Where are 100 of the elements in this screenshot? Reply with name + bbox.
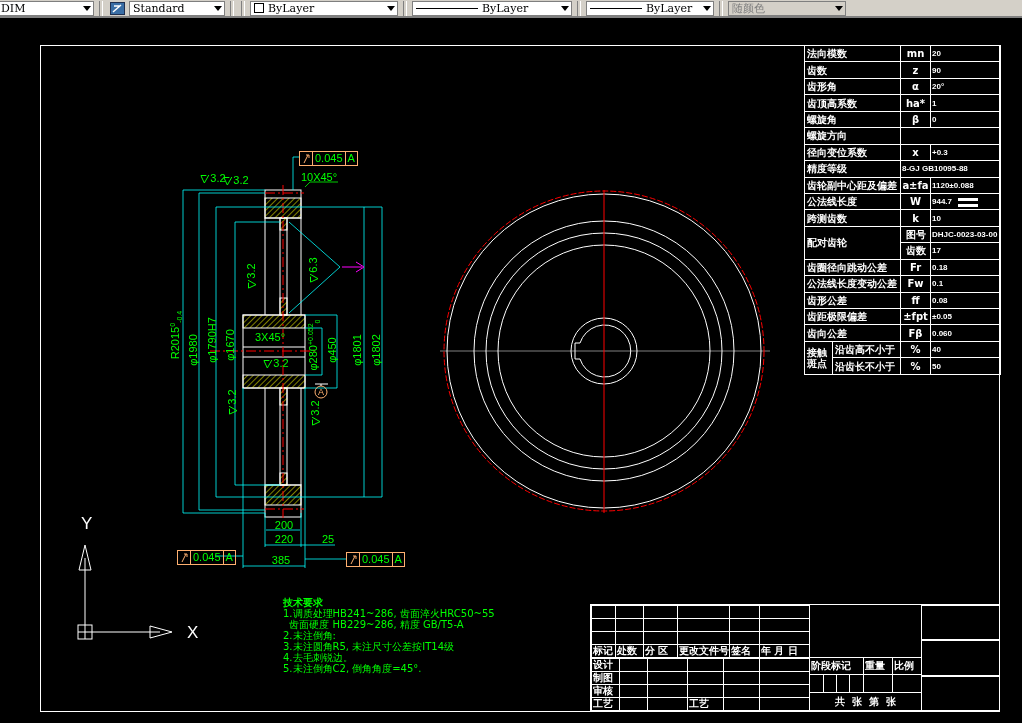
parameter-symbol: Fw [900, 275, 931, 293]
row-label: 设计 [591, 658, 620, 672]
parameter-name: 沿齿长不小于 [832, 357, 901, 375]
roughness-label: 3.2 [245, 263, 257, 279]
dimension-label: 200 [274, 519, 294, 531]
color-dropdown[interactable]: ByLayer [250, 0, 398, 16]
parameter-symbol: 图号 [900, 226, 931, 243]
dimension-label: φ1670 [224, 329, 236, 361]
ucs-axes-icon [77, 544, 173, 640]
column-header: 处数 [615, 644, 644, 658]
parameter-symbol: β [900, 111, 931, 128]
parameter-symbol: % [900, 357, 931, 375]
scale-label: 比例 [892, 657, 922, 675]
column-header: 标记 [591, 644, 616, 658]
roughness-symbol-icon [200, 174, 210, 184]
dimension-label: 385 [271, 554, 291, 566]
linetype-dropdown[interactable]: ByLayer [412, 0, 572, 16]
note-line: 5.未注倒角C2, 倒角角度=45°. [283, 663, 423, 674]
dimension-label: φ1802 [370, 334, 382, 366]
runout-arrow-icon [302, 153, 310, 164]
parameter-symbol: mn [900, 45, 931, 62]
caret-icon [835, 5, 843, 11]
note-line: 1.调质处理HB241~286, 齿面淬火HRC50~55 [283, 608, 495, 619]
parameter-value: 17 [930, 242, 1001, 260]
dimension-label: 220 [274, 533, 294, 545]
column-header: 更改文件号 [677, 644, 730, 658]
roughness-symbol-icon [228, 405, 238, 415]
dimension-label: 3X45° [254, 331, 286, 343]
roughness-label: 3.2 [210, 172, 226, 184]
roughness-symbol-icon [223, 176, 233, 186]
tolerance-value: 0.045 [359, 553, 392, 566]
caret-icon [703, 5, 711, 11]
column-header: 分 区 [643, 644, 678, 658]
text-style-dropdown[interactable]: Standard [129, 0, 225, 16]
x-axis-label: X [187, 624, 199, 641]
parameter-name: 齿轮副中心距及偏差 [804, 177, 901, 194]
roughness-label: 3.2 [226, 389, 238, 405]
dimension-label: φ1801 [351, 334, 363, 366]
color-swatch-icon [254, 3, 264, 13]
runout-arrow-icon [180, 552, 188, 563]
parameter-value: 50 [930, 357, 1001, 375]
parameter-value: 1120±0.088 [932, 180, 974, 190]
caret-icon [561, 5, 569, 11]
datum-label: A [318, 387, 324, 397]
roughness-symbol-icon [311, 416, 321, 426]
parameter-name: 精度等级 [804, 160, 901, 177]
parameter-name: 齿圈径向跳动公差 [804, 259, 901, 276]
parameter-name: 齿距极限偏差 [804, 308, 901, 325]
parameter-value: 20° [932, 82, 945, 92]
parameter-name: 接触斑点 [807, 346, 827, 369]
row-label: 制图 [591, 671, 620, 685]
dimension-label: 10X45° [300, 171, 338, 183]
lineweight-dropdown[interactable]: ByLayer [586, 0, 714, 16]
note-line: 3.未注圆角R5, 未注尺寸公差按IT14级 [283, 641, 455, 652]
row-label: 工艺 [591, 697, 620, 711]
parameter-value: +0.3 [932, 147, 948, 157]
parameter-name: 齿形角 [804, 78, 901, 95]
parameter-symbol: Fr [900, 259, 931, 276]
parameter-symbol: ±fpt [900, 308, 931, 325]
parameter-symbol: k [900, 209, 931, 227]
line-sample-icon [416, 6, 478, 10]
parameter-name: 公法线长度变动公差 [804, 275, 901, 293]
parameter-value: ±0.05 [932, 312, 952, 322]
parameter-symbol: Fβ [900, 324, 931, 342]
parameter-value: 1 [932, 98, 937, 108]
datum-letter: A [344, 152, 357, 165]
tolerance-bars-icon [958, 197, 979, 207]
roughness-label: 3.2 [233, 174, 249, 186]
dimension-label: φ1980 [187, 334, 199, 366]
leader-line [304, 181, 339, 188]
parameter-symbol: % [900, 341, 931, 358]
row-label: 审核 [591, 684, 620, 698]
column-header: 年 月 日 [759, 644, 810, 658]
dimension-label: φ1790H7 [206, 317, 218, 363]
dimension-label: 25 [321, 533, 335, 545]
parameter-name: 法向模数 [804, 45, 901, 62]
parameter-symbol: z [900, 61, 931, 79]
text-style-icon[interactable] [108, 0, 126, 16]
parameter-value: 8-GJ GB10095-88 [900, 160, 1001, 177]
parameter-value: 40 [930, 341, 1001, 358]
arrow-icon [341, 261, 365, 273]
parameter-value: 10 [932, 213, 941, 223]
caret-icon [83, 5, 91, 11]
parameter-name: 配对齿轮 [804, 226, 901, 260]
parameter-symbol: 齿数 [900, 242, 931, 260]
leader-line [304, 558, 347, 560]
parameter-name: 螺旋方向 [804, 127, 901, 145]
parameter-name: 跨测齿数 [804, 209, 901, 227]
caret-icon [387, 5, 395, 11]
parameter-value: 0 [932, 114, 937, 124]
sheet-count-label: 共 张 第 张 [835, 695, 896, 707]
note-line: 4.去毛刺锐边。 [283, 652, 354, 663]
datum-symbol [314, 383, 329, 399]
parameter-name: 齿顶高系数 [804, 94, 901, 112]
roughness-label: 3.2 [273, 357, 289, 369]
runout-arrow-icon [349, 554, 357, 565]
rim-section [264, 484, 302, 518]
tolerance-value: 0.045 [312, 152, 345, 165]
parameter-value: 90 [932, 65, 941, 75]
layer-dropdown[interactable]: DIM [0, 0, 94, 16]
